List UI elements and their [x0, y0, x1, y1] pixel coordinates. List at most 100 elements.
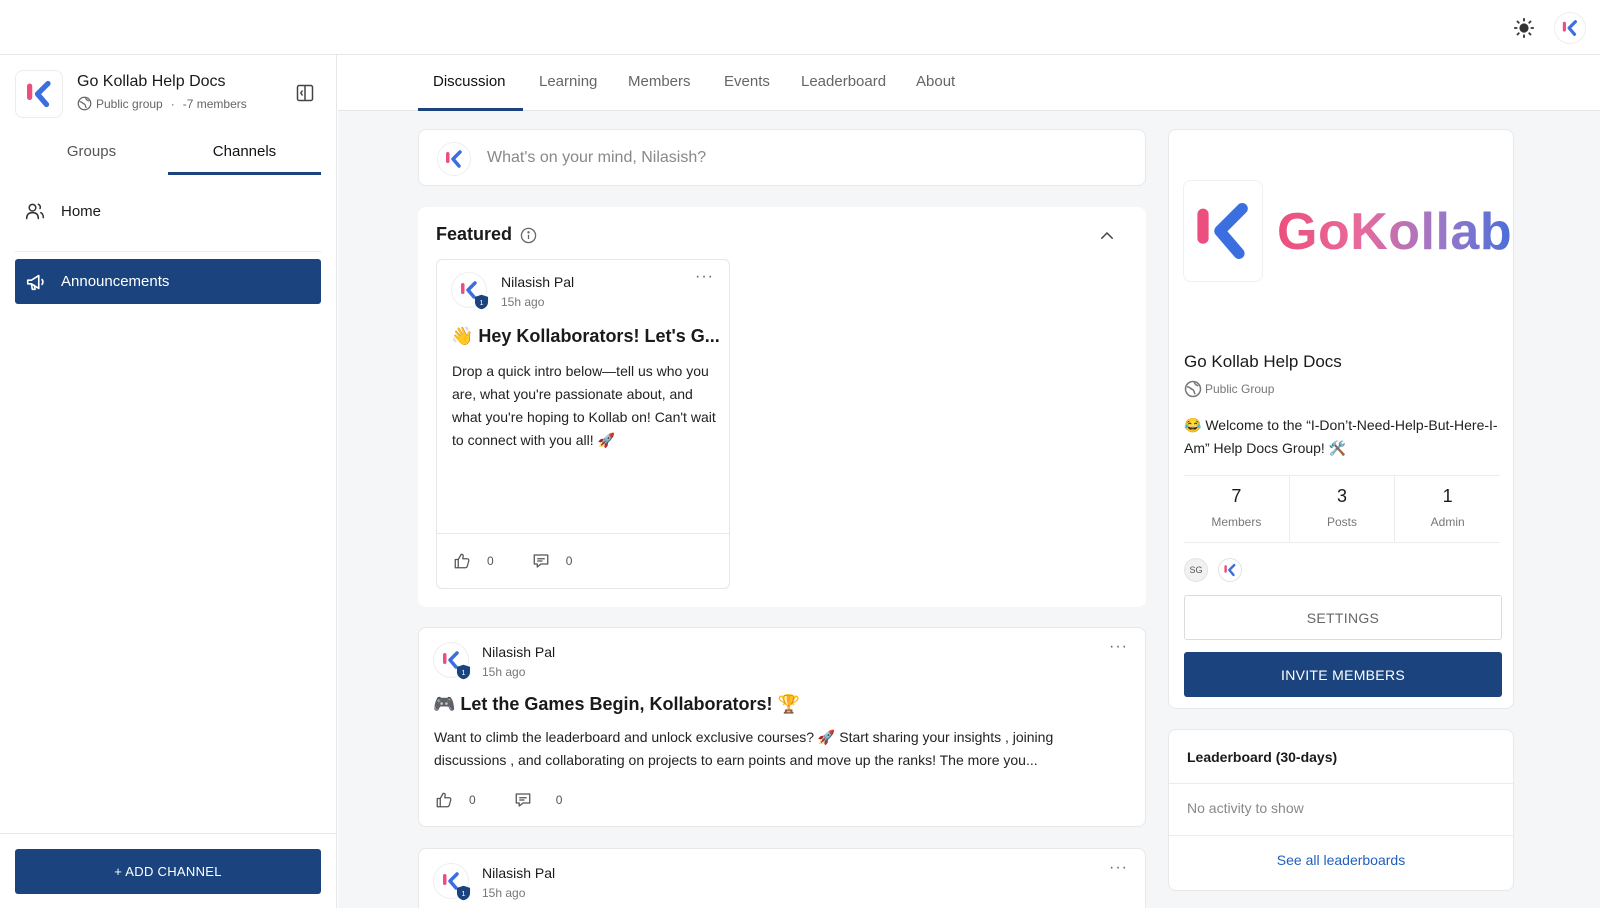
post-time: 15h ago — [482, 886, 526, 900]
like-count: 0 — [487, 554, 494, 568]
group-meta: Public group · -7 members — [77, 96, 247, 111]
invite-members-button[interactable]: INVITE MEMBERS — [1184, 652, 1502, 697]
group-type-label: Public Group — [1205, 382, 1275, 396]
author-avatar[interactable]: 1 — [451, 272, 489, 310]
user-avatar-button[interactable] — [1554, 12, 1586, 44]
tab-learning[interactable]: Learning — [539, 73, 597, 90]
group-stats: 7 Members 3 Posts 1 Admin — [1184, 476, 1500, 542]
sidebar-item-home[interactable]: Home — [15, 190, 321, 232]
sidebar-item-label: Announcements — [61, 273, 170, 290]
stat-posts[interactable]: 3 Posts — [1290, 476, 1396, 542]
thumbs-up-icon — [454, 553, 470, 569]
content-area: Featured 1 Nilasish Pal 15h ago ··· 👋 He… — [338, 111, 1600, 908]
author-avatar[interactable]: 1 — [433, 642, 471, 680]
tab-leaderboard[interactable]: Leaderboard — [801, 73, 886, 90]
kollab-logo-icon — [1562, 20, 1577, 36]
kollab-logo-icon — [1224, 563, 1236, 577]
group-header: Go Kollab Help Docs Public group · -7 me… — [15, 70, 325, 120]
post-actions: 0 0 — [435, 791, 562, 809]
comment-icon — [515, 793, 531, 807]
sun-icon — [1513, 17, 1535, 39]
post-author[interactable]: Nilasish Pal — [482, 644, 555, 660]
divider — [437, 533, 729, 534]
sidebar-item-announcements[interactable]: Announcements — [15, 259, 321, 304]
megaphone-icon — [26, 274, 44, 290]
tab-discussion[interactable]: Discussion — [433, 73, 506, 90]
see-all-leaderboards-link[interactable]: See all leaderboards — [1169, 852, 1513, 868]
tab-about[interactable]: About — [916, 73, 955, 90]
featured-post-card[interactable]: 1 Nilasish Pal 15h ago ··· 👋 Hey Kollabo… — [436, 259, 730, 589]
top-bar — [0, 0, 1600, 55]
comment-count: 0 — [565, 554, 573, 568]
stat-members[interactable]: 7 Members — [1184, 476, 1290, 542]
sidebar-tabs: Groups Channels — [15, 133, 321, 175]
tab-events[interactable]: Events — [724, 73, 770, 90]
comment-icon — [533, 554, 549, 568]
like-button[interactable] — [435, 791, 453, 809]
post-author[interactable]: Nilasish Pal — [482, 865, 555, 881]
kollab-logo-icon — [446, 150, 462, 168]
group-type: Public group — [96, 96, 163, 111]
admin-badge-icon: 1 — [456, 664, 471, 680]
author-avatar[interactable]: 1 — [433, 863, 471, 901]
stat-label: Members — [1211, 515, 1262, 529]
brand-wordmark: GoKollab — [1277, 203, 1513, 261]
add-channel-button[interactable]: + ADD CHANNEL — [15, 849, 321, 894]
post-card[interactable]: 1 Nilasish Pal 15h ago ··· — [418, 848, 1146, 908]
post-time: 15h ago — [501, 295, 545, 309]
featured-section: Featured 1 Nilasish Pal 15h ago ··· 👋 He… — [418, 207, 1146, 607]
settings-button[interactable]: SETTINGS — [1184, 595, 1502, 640]
users-icon — [25, 203, 45, 220]
more-options-icon[interactable]: ··· — [1109, 638, 1128, 656]
divider — [1169, 783, 1513, 784]
post-author[interactable]: Nilasish Pal — [501, 274, 574, 290]
divider — [1184, 542, 1500, 543]
leaderboard-title: Leaderboard (30-days) — [1187, 749, 1338, 765]
more-options-icon[interactable]: ··· — [695, 268, 714, 286]
group-about-card: GoKollab Go Kollab Help Docs Public Grou… — [1168, 129, 1514, 709]
globe-icon — [77, 96, 92, 111]
leaderboard-card: Leaderboard (30-days) No activity to sho… — [1168, 729, 1514, 891]
tab-members[interactable]: Members — [628, 73, 691, 90]
divider — [15, 251, 321, 252]
svg-text:1: 1 — [479, 298, 483, 307]
tab-groups[interactable]: Groups — [15, 133, 168, 175]
stat-value: 7 — [1231, 486, 1242, 506]
sidebar: Go Kollab Help Docs Public group · -7 me… — [0, 55, 337, 908]
more-options-icon[interactable]: ··· — [1109, 859, 1128, 877]
theme-toggle-button[interactable] — [1510, 14, 1538, 42]
tab-channels[interactable]: Channels — [168, 133, 321, 175]
info-icon[interactable] — [520, 227, 537, 244]
like-button[interactable] — [453, 552, 471, 570]
post-card[interactable]: 1 Nilasish Pal 15h ago ··· 🎮 Let the Gam… — [418, 627, 1146, 827]
meta-separator: · — [170, 96, 175, 111]
comment-button[interactable] — [514, 791, 532, 809]
stat-admin[interactable]: 1 Admin — [1395, 476, 1500, 542]
divider — [1169, 835, 1513, 836]
kollab-logo-icon — [27, 80, 51, 108]
divider — [0, 833, 337, 834]
post-composer — [418, 129, 1146, 186]
group-logo — [1183, 180, 1263, 282]
chevron-up-icon[interactable] — [1098, 227, 1116, 245]
collapse-sidebar-button[interactable] — [292, 80, 318, 106]
member-avatar[interactable]: SG — [1184, 558, 1208, 582]
svg-text:1: 1 — [461, 889, 465, 898]
avatar — [437, 142, 471, 176]
group-type: Public Group — [1184, 380, 1274, 398]
sidebar-collapse-icon — [296, 84, 314, 102]
sidebar-item-label: Home — [61, 202, 102, 220]
member-avatar[interactable] — [1218, 558, 1242, 582]
stat-label: Posts — [1327, 515, 1358, 529]
admin-badge-icon: 1 — [474, 294, 489, 310]
svg-text:1: 1 — [461, 668, 465, 677]
post-composer-input[interactable] — [487, 140, 1127, 176]
thumbs-up-icon — [436, 792, 452, 808]
stat-value: 3 — [1337, 486, 1348, 506]
comment-count: 0 — [555, 793, 563, 807]
like-count: 0 — [469, 793, 476, 807]
comment-button[interactable] — [532, 552, 550, 570]
post-title: 👋 Hey Kollaborators! Let's G... — [451, 326, 720, 346]
stat-label: Admin — [1430, 515, 1465, 529]
post-body: Drop a quick intro below—tell us who you… — [452, 363, 716, 448]
